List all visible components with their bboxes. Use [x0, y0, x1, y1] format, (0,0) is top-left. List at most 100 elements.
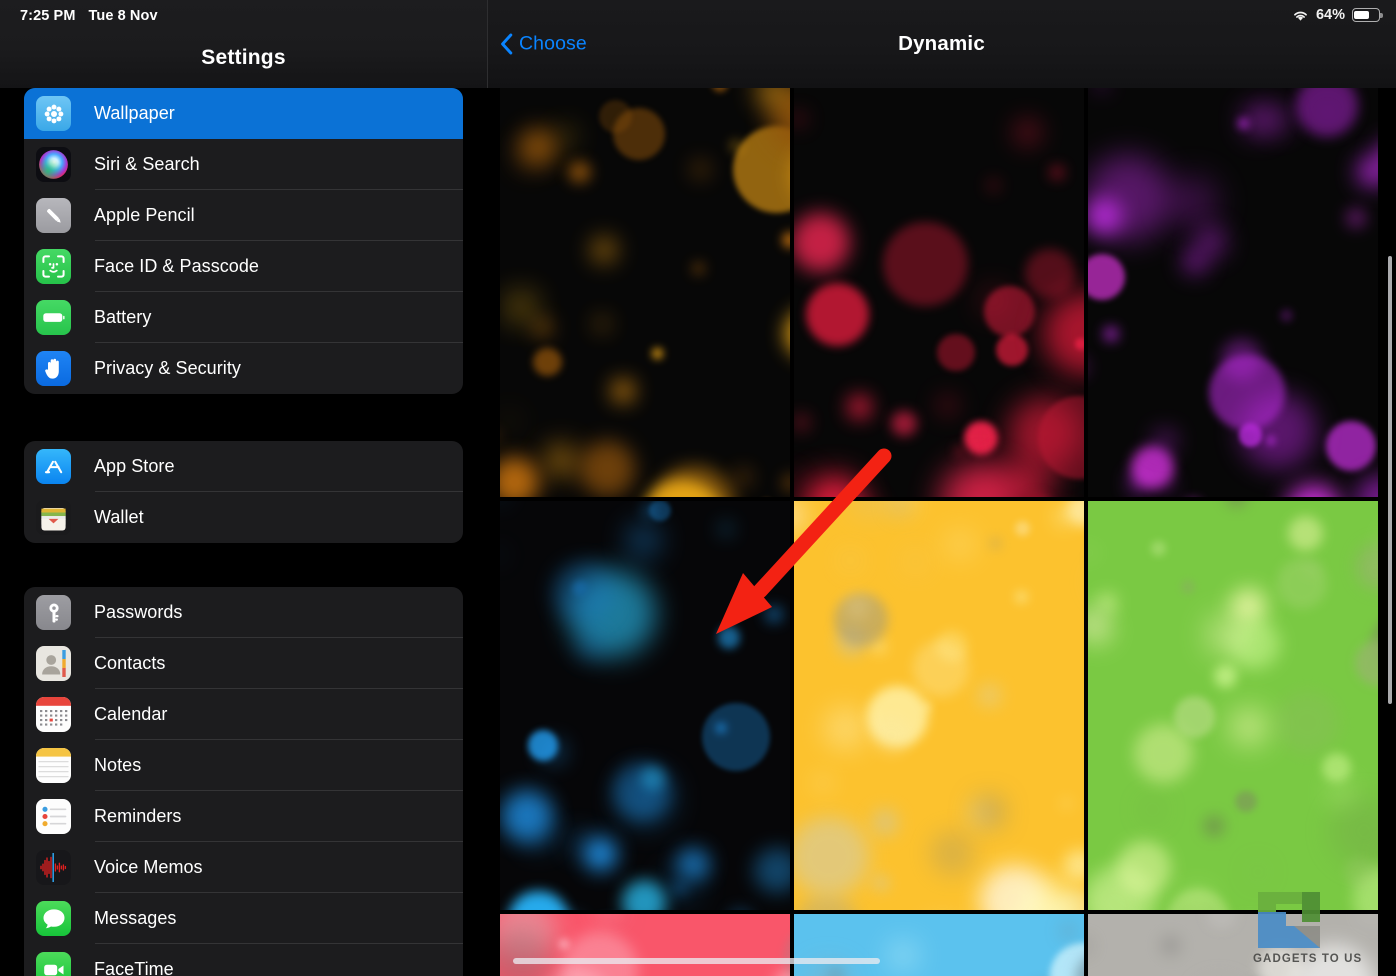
sidebar-item-voice-memos[interactable]: Voice Memos [24, 842, 463, 893]
bokeh-dot [1167, 176, 1219, 227]
sidebar-item-siri-search[interactable]: Siri & Search [24, 139, 463, 190]
bokeh-dot [511, 296, 532, 318]
wallpaper-tile-dynamic-sky-bokeh[interactable] [794, 914, 1084, 976]
sidebar-group-1: App Store Wallet [24, 441, 463, 543]
bokeh-dot [1075, 338, 1084, 350]
bokeh-dot [546, 446, 576, 475]
sidebar-scroll-area[interactable]: Wallpaper Siri & Search Apple Pencil Fac… [0, 88, 487, 976]
bokeh-dot [613, 108, 666, 161]
bokeh-dot [1229, 707, 1268, 746]
bokeh-dot [1088, 940, 1091, 952]
bokeh-dot [796, 417, 807, 429]
bokeh-dot [1103, 326, 1118, 342]
bokeh-dot [1064, 850, 1084, 881]
bokeh-dot [1328, 795, 1378, 867]
bokeh-pattern [1088, 88, 1378, 497]
sidebar-item-label: Voice Memos [94, 857, 203, 877]
bokeh-dot [766, 607, 782, 623]
bokeh-dot [1209, 354, 1285, 431]
bokeh-dot [977, 683, 1001, 707]
wallpaper-tile-dynamic-gray-bokeh[interactable] [1088, 914, 1378, 976]
wallpaper-tile-dynamic-orange-bokeh[interactable] [500, 88, 790, 497]
app-store-icon [36, 449, 71, 484]
sidebar-item-wallpaper[interactable]: Wallpaper [24, 88, 463, 139]
sidebar-item-calendar[interactable]: Calendar [24, 689, 463, 740]
bokeh-dot [614, 914, 625, 923]
bokeh-dot [794, 111, 807, 127]
sidebar-item-label: Siri & Search [94, 154, 200, 174]
sidebar-item-notes[interactable]: Notes [24, 740, 463, 791]
sidebar-header-background [0, 0, 487, 88]
bokeh-dot [1088, 254, 1126, 301]
bokeh-dot [720, 524, 731, 535]
bokeh-dot [1327, 778, 1356, 806]
wallpaper-tile-dynamic-blue-bokeh[interactable] [500, 501, 790, 910]
sidebar-item-messages[interactable]: Messages [24, 893, 463, 944]
sidebar-item-face-id-passcode[interactable]: Face ID & Passcode [24, 241, 463, 292]
bokeh-dot [780, 473, 790, 493]
bokeh-dot [589, 236, 618, 265]
bokeh-pattern [500, 914, 790, 976]
sidebar-item-contacts[interactable]: Contacts [24, 638, 463, 689]
bokeh-dot [627, 523, 661, 557]
face-id-icon [36, 249, 71, 284]
sidebar-item-facetime[interactable]: FaceTime [24, 944, 463, 976]
sidebar-item-label: Apple Pencil [94, 205, 195, 225]
bokeh-dot [807, 475, 861, 497]
bokeh-dot [784, 309, 790, 358]
bokeh-dot [845, 555, 857, 567]
bokeh-dot [794, 894, 860, 910]
horizontal-scrollbar[interactable] [513, 958, 880, 964]
bokeh-dot [964, 421, 999, 456]
bokeh-dot [503, 415, 515, 427]
bokeh-dot [1088, 198, 1122, 235]
bokeh-dot [805, 282, 869, 346]
wallpaper-tile-dynamic-yellow-bokeh[interactable] [794, 501, 1084, 910]
sidebar-item-wallet[interactable]: Wallet [24, 492, 463, 543]
sidebar-group-2: Passwords Contacts Calendar Notes Remind… [24, 587, 463, 976]
sidebar-item-app-store[interactable]: App Store [24, 441, 463, 492]
bokeh-dot [1279, 308, 1294, 323]
bokeh-dot [711, 88, 728, 93]
ipad-settings-screen: Settings Wallpaper Siri & Search Apple P… [0, 0, 1396, 976]
sidebar-item-apple-pencil[interactable]: Apple Pencil [24, 190, 463, 241]
sidebar-item-reminders[interactable]: Reminders [24, 791, 463, 842]
bokeh-dot [533, 347, 562, 376]
sidebar-item-privacy-security[interactable]: Privacy & Security [24, 343, 463, 394]
bokeh-dot [1284, 483, 1343, 497]
bokeh-dot [1051, 166, 1063, 179]
bokeh-dot [1235, 790, 1257, 813]
wallpaper-tile-dynamic-pink-bokeh[interactable] [500, 914, 790, 976]
vertical-scrollbar[interactable] [1388, 256, 1392, 704]
wallpaper-tile-dynamic-purple-bokeh[interactable] [1088, 88, 1378, 497]
sidebar-item-passwords[interactable]: Passwords [24, 587, 463, 638]
bokeh-dot [988, 180, 1000, 192]
bokeh-dot [794, 212, 851, 272]
apple-pencil-icon [36, 198, 71, 233]
facetime-icon [36, 952, 71, 976]
bokeh-dot [1225, 501, 1249, 508]
bokeh-dot [1251, 865, 1266, 880]
privacy-hand-icon [36, 351, 71, 386]
bokeh-dot [508, 890, 570, 910]
bokeh-dot [726, 908, 755, 910]
bokeh-dot [552, 561, 614, 623]
bokeh-dot [935, 394, 959, 418]
bokeh-dot [1197, 228, 1225, 256]
wallpaper-grid[interactable] [500, 88, 1396, 976]
sidebar-item-battery[interactable]: Battery [24, 292, 463, 343]
bokeh-dot [583, 837, 618, 871]
bokeh-dot [935, 629, 968, 662]
bokeh-dot [1096, 88, 1107, 91]
sidebar-item-label: Notes [94, 755, 142, 775]
bokeh-dot [701, 703, 770, 772]
voice-memos-icon [36, 850, 71, 885]
bokeh-dot [622, 880, 667, 910]
sidebar-item-label: Reminders [94, 806, 182, 826]
bokeh-dot [1206, 615, 1245, 654]
wallpaper-tile-dynamic-green-bokeh[interactable] [1088, 501, 1378, 910]
bokeh-dot [929, 830, 976, 876]
bokeh-dot [937, 333, 975, 372]
wallpaper-tile-dynamic-red-bokeh[interactable] [794, 88, 1084, 497]
bokeh-dot [1344, 857, 1376, 889]
